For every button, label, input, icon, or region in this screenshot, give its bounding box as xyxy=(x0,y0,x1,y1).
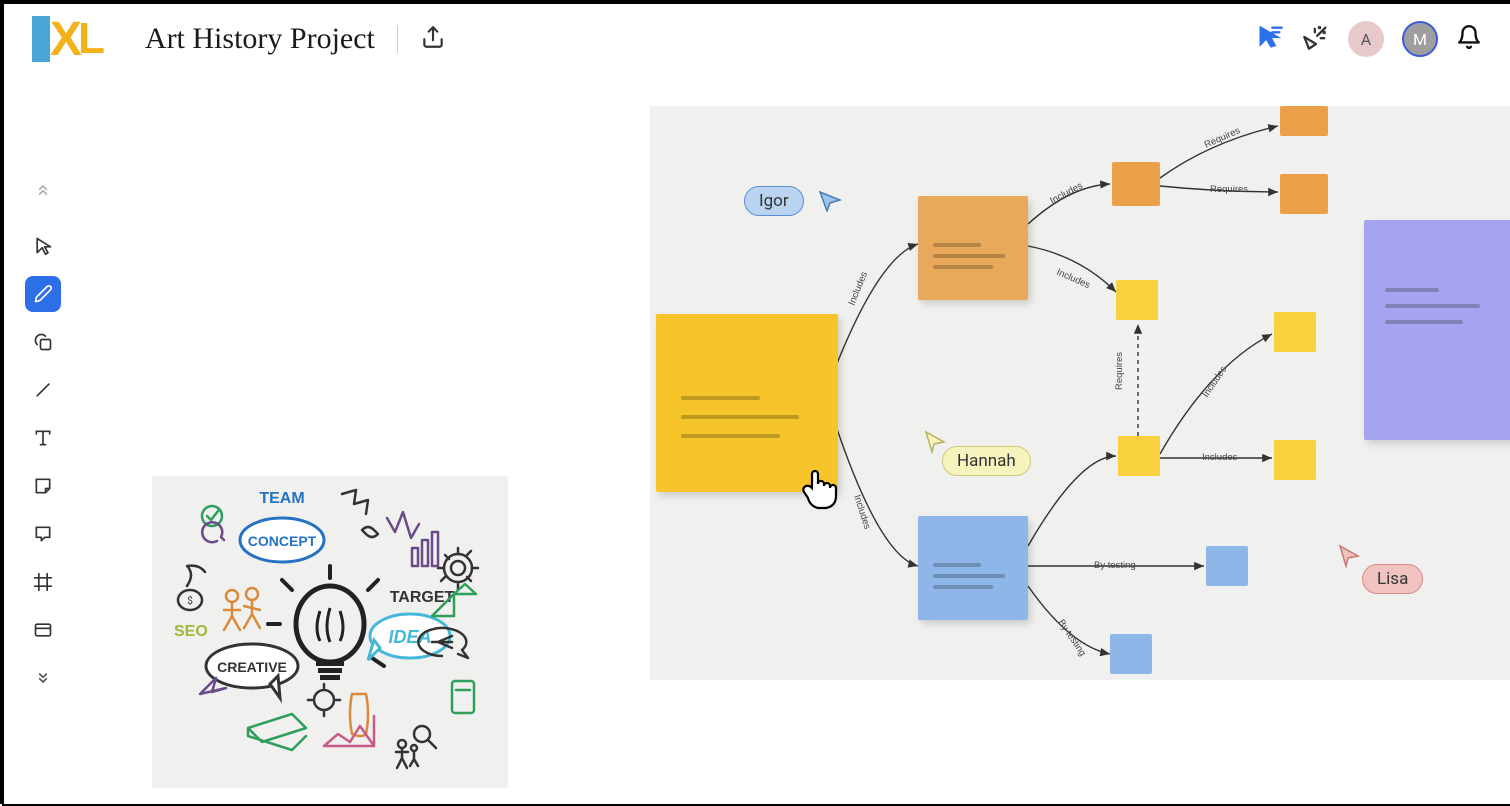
sticky-purple[interactable] xyxy=(1364,220,1510,440)
user-tag-lisa: Lisa xyxy=(1362,564,1423,594)
svg-text:TEAM: TEAM xyxy=(259,490,304,507)
sticky-orange-req-1[interactable] xyxy=(1280,106,1328,136)
sticky-orange-req-2[interactable] xyxy=(1280,174,1328,214)
app-header: X L Art History Project A M xyxy=(4,4,1510,74)
sticky-orange-small-1[interactable] xyxy=(1112,162,1160,206)
canvas[interactable]: TEAM CONCEPT IDEA TARGET CREATIVE SEO xyxy=(4,76,1510,804)
notifications-icon[interactable] xyxy=(1456,24,1482,54)
cursor-hannah-icon xyxy=(924,430,946,454)
svg-text:Includes: Includes xyxy=(1055,267,1092,292)
svg-text:CREATIVE: CREATIVE xyxy=(217,659,287,675)
svg-text:CONCEPT: CONCEPT xyxy=(248,533,317,549)
svg-text:Includes: Includes xyxy=(1202,452,1238,463)
divider xyxy=(397,25,398,53)
svg-text:By testing: By testing xyxy=(1056,618,1088,659)
svg-text:IDEA: IDEA xyxy=(388,627,431,647)
sticky-yellow-small-1[interactable] xyxy=(1116,280,1158,320)
share-button[interactable] xyxy=(420,24,446,54)
cursor-lisa-icon xyxy=(1338,544,1360,568)
confetti-icon[interactable] xyxy=(1302,23,1330,55)
avatar-user-m[interactable]: M xyxy=(1402,21,1438,57)
user-tag-hannah: Hannah xyxy=(942,446,1031,476)
svg-text:Requires: Requires xyxy=(1114,352,1125,390)
cursor-mode-icon[interactable] xyxy=(1256,23,1284,55)
cursor-igor-icon xyxy=(818,190,842,212)
svg-text:Includes: Includes xyxy=(1200,364,1229,400)
svg-text:Includes: Includes xyxy=(851,494,872,531)
brainstorm-image[interactable]: TEAM CONCEPT IDEA TARGET CREATIVE SEO xyxy=(152,476,508,788)
svg-text:SEO: SEO xyxy=(174,623,208,640)
avatar-user-a[interactable]: A xyxy=(1348,21,1384,57)
sticky-blue-small-2[interactable] xyxy=(1110,634,1152,674)
svg-text:Includes: Includes xyxy=(847,270,871,307)
sticky-yellow-small-2[interactable] xyxy=(1118,436,1160,476)
mind-map-diagram[interactable]: Includes Includes Includes Includes Requ… xyxy=(650,106,1510,680)
sticky-blue-small-1[interactable] xyxy=(1206,546,1248,586)
sticky-yellow-inc-2[interactable] xyxy=(1274,440,1316,480)
sticky-yellow-inc-1[interactable] xyxy=(1274,312,1316,352)
svg-text:Requires: Requires xyxy=(1210,184,1248,195)
header-actions: A M xyxy=(1256,21,1482,57)
user-tag-igor: Igor xyxy=(744,186,804,216)
sticky-orange-main[interactable] xyxy=(918,196,1028,300)
hand-cursor-icon xyxy=(800,466,840,514)
app-logo: X L xyxy=(32,12,105,67)
svg-text:$: $ xyxy=(187,594,193,607)
board-title[interactable]: Art History Project xyxy=(145,22,375,56)
svg-text:Includes: Includes xyxy=(1048,180,1085,206)
svg-text:By testing: By testing xyxy=(1094,560,1136,571)
sticky-blue-main[interactable] xyxy=(918,516,1028,620)
